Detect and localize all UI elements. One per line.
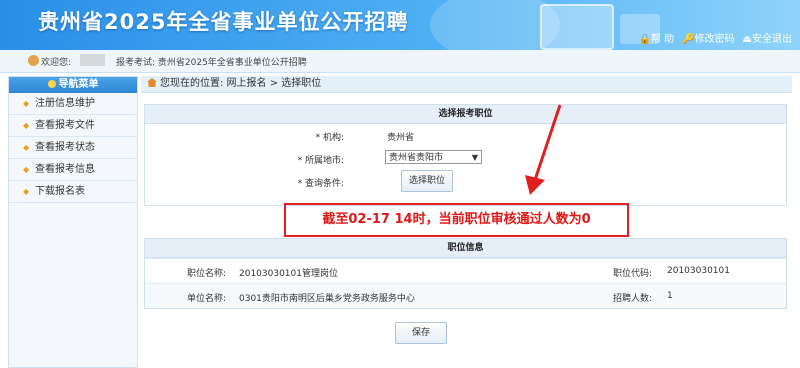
logout-label: 安全退出 — [752, 34, 792, 45]
org-label: * 机构: — [315, 133, 344, 143]
bullet-icon: ◆ — [23, 121, 30, 130]
logout-link[interactable]: ⏏安全退出 — [743, 30, 792, 45]
sidebar-item-label: 查看报考文件 — [35, 120, 95, 131]
welcome-text: 欢迎您: — [41, 58, 72, 68]
help-label: 帮 助 — [650, 34, 675, 45]
recruit-count-label: 招聘人数: — [613, 294, 653, 304]
select-position-button[interactable]: 选择职位 — [401, 170, 453, 192]
sidebar-item-registration[interactable]: ◆ 注册信息维护 — [9, 93, 137, 115]
region-row: * 所属地市: 贵州省贵阳市 ▼ — [145, 147, 786, 170]
approval-count-alert: 截至02-17 14时，当前职位审核通过人数为0 — [284, 203, 629, 237]
change-password-label: 修改密码 — [694, 34, 735, 45]
position-info-panel: 职位信息 职位名称: 20103030101管理岗位 职位代码: 2010303… — [144, 238, 787, 309]
org-row: * 机构: 贵州省 — [145, 124, 786, 147]
banner-decoration — [540, 4, 614, 50]
position-name-label: 职位名称: — [187, 269, 227, 279]
org-value: 贵州省 — [387, 133, 415, 143]
breadcrumb: 您现在的位置: 网上报名 > 选择职位 — [141, 76, 792, 93]
exam-info: 报考考试: 贵州省2025年全省事业单位公开招聘 — [116, 58, 307, 68]
breadcrumb-text: 您现在的位置: 网上报名 > 选择职位 — [160, 78, 322, 89]
panel-title: 职位信息 — [145, 239, 786, 258]
user-info-bar: 欢迎您: 报考考试: 贵州省2025年全省事业单位公开招聘 — [0, 50, 800, 73]
sidebar-item-info[interactable]: ◆ 查看报考信息 — [9, 159, 137, 181]
position-name-value: 20103030101管理岗位 — [239, 269, 338, 279]
region-select-value: 贵州省贵阳市 — [389, 153, 444, 163]
top-links: 🔒帮 助 🔑修改密码 ⏏安全退出 — [638, 30, 792, 45]
region-select[interactable]: 贵州省贵阳市 ▼ — [385, 150, 482, 164]
unit-name-value: 0301贵阳市南明区后巢乡党务政务服务中心 — [239, 294, 415, 304]
bullet-icon: ◆ — [23, 143, 30, 152]
recruit-count-value: 1 — [667, 291, 673, 301]
home-icon — [147, 78, 157, 87]
sidebar-item-status[interactable]: ◆ 查看报考状态 — [9, 137, 137, 159]
query-row: * 查询条件: 选择职位 — [145, 170, 786, 193]
change-password-link[interactable]: 🔑修改密码 — [682, 30, 734, 45]
chevron-down-icon: ▼ — [471, 153, 478, 162]
position-code-label: 职位代码: — [613, 269, 653, 279]
username-masked — [80, 54, 105, 66]
info-row-unit: 单位名称: 0301贵阳市南明区后巢乡党务政务服务中心 招聘人数: 1 — [145, 283, 786, 308]
sidebar-item-label: 注册信息维护 — [35, 98, 95, 109]
bullet-icon: ◆ — [23, 187, 30, 196]
save-button[interactable]: 保存 — [395, 322, 447, 344]
sidebar-item-label: 下载报名表 — [35, 186, 85, 197]
sidebar-item-download[interactable]: ◆ 下载报名表 — [9, 181, 137, 203]
annotation-arrow — [525, 104, 562, 195]
select-position-panel: 选择报考职位 * 机构: 贵州省 * 所属地市: 贵州省贵阳市 ▼ * 查询条件… — [144, 104, 787, 206]
sidebar-item-label: 查看报考状态 — [35, 142, 95, 153]
sidebar: 导航菜单 ◆ 注册信息维护 ◆ 查看报考文件 ◆ 查看报考状态 ◆ 查看报考信息 ◆ 下载… — [8, 76, 138, 368]
panel-title: 选择报考职位 — [145, 105, 786, 124]
sidebar-item-label: 查看报考信息 — [35, 164, 95, 175]
sidebar-item-documents[interactable]: ◆ 查看报考文件 — [9, 115, 137, 137]
sidebar-title: 导航菜单 — [58, 79, 99, 90]
query-label: * 查询条件: — [297, 179, 344, 189]
region-label: * 所属地市: — [297, 156, 344, 166]
header-banner: 贵州省2025年全省事业单位公开招聘 🔒帮 助 🔑修改密码 ⏏安全退出 — [0, 0, 800, 50]
help-link[interactable]: 🔒帮 助 — [638, 30, 674, 45]
bullet-icon: ◆ — [23, 99, 30, 108]
unit-name-label: 单位名称: — [187, 294, 227, 304]
menu-icon — [47, 80, 56, 88]
sidebar-header: 导航菜单 — [9, 77, 137, 93]
site-title: 贵州省2025年全省事业单位公开招聘 — [38, 10, 409, 34]
bullet-icon: ◆ — [23, 165, 30, 174]
info-row-name: 职位名称: 20103030101管理岗位 职位代码: 20103030101 — [145, 258, 786, 283]
position-code-value: 20103030101 — [667, 266, 730, 276]
user-icon — [28, 55, 39, 66]
